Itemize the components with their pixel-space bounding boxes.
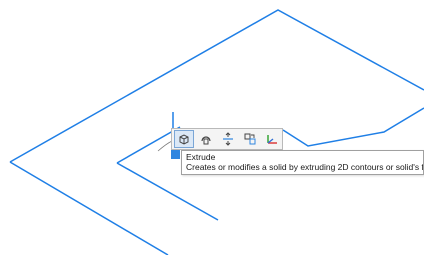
coordinate-system-button[interactable] xyxy=(262,130,282,148)
extrude-tooltip: Extrude Creates or modifies a solid by e… xyxy=(181,150,424,175)
mirror-plane-icon xyxy=(223,132,233,146)
transform-icon xyxy=(244,133,256,145)
contextual-toolbar xyxy=(171,128,283,150)
mirror-button[interactable] xyxy=(218,130,238,148)
revolve-icon xyxy=(201,136,211,145)
outer-contour-bottom[interactable] xyxy=(9,161,169,255)
grip-handle[interactable] xyxy=(171,150,180,159)
extrude-icon xyxy=(179,134,189,145)
extrude-button[interactable] xyxy=(174,130,194,148)
tooltip-title: Extrude xyxy=(186,152,216,162)
transform-button[interactable] xyxy=(240,130,260,148)
inner-contour-right[interactable] xyxy=(282,107,424,147)
tooltip-description: Creates or modifies a solid by extruding… xyxy=(186,162,424,172)
coordinate-axes-icon xyxy=(267,135,277,144)
pick-point-arc xyxy=(157,140,173,152)
revolve-button[interactable] xyxy=(196,130,216,148)
